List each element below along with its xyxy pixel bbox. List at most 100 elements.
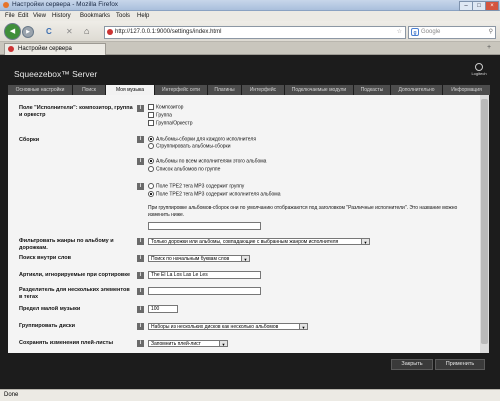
articles-input[interactable]: The El La Los Las Le Les (148, 271, 261, 279)
checkbox-icon (148, 120, 154, 126)
word-search-select[interactable]: Поиск по начальным буквам слов ▼ (148, 255, 250, 262)
menu-edit[interactable]: Edit (18, 13, 28, 19)
menu-file[interactable]: File (5, 13, 15, 19)
search-placeholder: Google (421, 29, 441, 35)
playlist-edits-label: Сохранять изменения плей-листы (19, 340, 114, 346)
close-window-button[interactable]: × (485, 1, 499, 11)
tab-advanced[interactable]: Дополнительно (391, 85, 443, 95)
forward-button[interactable]: ▶ (22, 26, 34, 38)
hint-icon[interactable]: i (137, 105, 144, 112)
tab-connected-modules[interactable]: Подключаемые модули (285, 85, 354, 95)
radio-icon (148, 191, 154, 197)
radio-icon (148, 158, 154, 164)
tab-web-interface[interactable]: Интерфейс сети (155, 85, 208, 95)
checkbox-label: Группа/Оркестр (156, 120, 193, 127)
tab-podcasts[interactable]: Подкасты (354, 85, 391, 95)
radio-label: Сгруппировать альбомы-сборки (156, 143, 231, 150)
compilations-label: Сборки (19, 137, 40, 143)
composer-checkbox[interactable]: Композитор (148, 104, 183, 110)
compilation-radio-per-artist[interactable]: Альбомы-сборки для каждого исполнителя (148, 136, 256, 142)
hint-icon[interactable]: i (137, 288, 144, 295)
close-button[interactable]: Закрыть (391, 359, 433, 370)
hint-icon[interactable]: i (137, 238, 144, 245)
checkbox-label: Композитор (156, 104, 184, 111)
search-icon[interactable]: ⚲ (489, 28, 493, 35)
chevron-down-icon: ▼ (299, 324, 307, 329)
chevron-down-icon: ▼ (241, 256, 249, 261)
group-discs-select[interactable]: Наборы из нескольких дисков как нескольк… (148, 323, 308, 330)
tab-information[interactable]: Информация (443, 85, 491, 95)
hint-icon[interactable]: i (137, 136, 144, 143)
select-value: Поиск по начальным буквам слов (151, 256, 230, 262)
articles-label: Артикли, игнорируемые при сортировке (19, 272, 131, 278)
compilations-note: При группировке альбомов-сборок они по у… (148, 205, 458, 218)
settings-tabs: Основные настройки Поиск Моя музыка Инте… (8, 85, 491, 95)
separators-input[interactable] (148, 287, 261, 295)
compilation-radio-grouped[interactable]: Сгруппировать альбомы-сборки (148, 143, 231, 149)
bookmark-star-icon[interactable]: ☆ (397, 28, 402, 35)
tab-list-icon[interactable]: + (487, 44, 491, 51)
select-value: Наборы из нескольких дисков как нескольк… (151, 324, 279, 330)
tab-my-music[interactable]: Моя музыка (106, 85, 155, 95)
radio-icon (148, 183, 154, 189)
radio-icon (148, 143, 154, 149)
logitech-logo: Logitech (469, 63, 489, 77)
checkbox-label: Группа (156, 112, 172, 119)
menu-tools[interactable]: Tools (116, 13, 130, 19)
menu-history[interactable]: History (52, 13, 71, 19)
tab-plugins[interactable]: Плагины (208, 85, 242, 95)
status-bar: Done (0, 389, 500, 401)
genre-filter-select[interactable]: Только дорожки или альбомы, совпадающие … (148, 238, 370, 245)
orchestra-checkbox[interactable]: Группа/Оркестр (148, 120, 193, 126)
window-title-bar: Настройки сервера - Mozilla Firefox – □ … (0, 0, 500, 11)
radio-icon (148, 166, 154, 172)
separators-label: Разделитель для нескольких элементов в т… (19, 287, 130, 300)
menu-bar: File Edit View History Bookmarks Tools H… (0, 11, 500, 21)
tab-search[interactable]: Поиск (73, 85, 106, 95)
scrollbar-thumb[interactable] (481, 99, 488, 344)
tpe2-radio-band[interactable]: Поле TPE2 тега MP3 содержит группу (148, 183, 244, 189)
menu-view[interactable]: View (33, 13, 46, 19)
tab-basic-settings[interactable]: Основные настройки (8, 85, 73, 95)
band-checkbox[interactable]: Группа (148, 112, 172, 118)
hint-icon[interactable]: i (137, 323, 144, 330)
google-icon: g (411, 28, 419, 36)
hint-icon[interactable]: i (137, 306, 144, 313)
hint-icon[interactable]: i (137, 183, 144, 190)
chevron-down-icon: ▼ (219, 341, 227, 346)
bottom-button-bar: Закрыть Применить (8, 353, 490, 375)
checkbox-icon (148, 112, 154, 118)
album-artists-radio-all[interactable]: Альбомы по всем исполнителям этого альбо… (148, 158, 266, 164)
tab-interface[interactable]: Интерфейс (242, 85, 285, 95)
url-bar[interactable]: http://127.0.0.1:9000/settings/index.htm… (104, 26, 406, 39)
playlist-edits-select[interactable]: Запомнить плей-лист ▼ (148, 340, 228, 347)
back-button[interactable]: ◀ (4, 23, 21, 40)
url-text: http://127.0.0.1:9000/settings/index.htm… (115, 29, 222, 35)
stop-icon[interactable]: ✕ (66, 27, 73, 36)
radio-label: Альбомы-сборки для каждого исполнителя (156, 136, 257, 143)
radio-label: Список альбомов по группе (156, 166, 221, 173)
site-icon (107, 29, 113, 35)
menu-help[interactable]: Help (137, 13, 149, 19)
tpe2-radio-album-artist[interactable]: Поле TPE2 тега MP3 содержит исполнителя … (148, 191, 281, 197)
various-artists-name-input[interactable] (148, 222, 261, 230)
hint-icon[interactable]: i (137, 158, 144, 165)
forward-arrow-icon: ▶ (26, 29, 30, 35)
minimize-button[interactable]: – (459, 1, 473, 11)
home-icon[interactable]: ⌂ (84, 26, 89, 36)
checkbox-icon (148, 104, 154, 110)
hint-icon[interactable]: i (137, 340, 144, 347)
select-value: Запомнить плей-лист (151, 341, 201, 347)
short-music-input[interactable]: 100 (148, 305, 178, 313)
settings-content: Поле "Исполнители": композитор, группа и… (8, 95, 480, 353)
radio-label: Поле TPE2 тега MP3 содержит исполнителя … (156, 191, 281, 198)
browser-tab[interactable]: Настройки сервера (4, 43, 106, 55)
reload-icon[interactable]: C (46, 27, 52, 36)
maximize-button[interactable]: □ (472, 1, 486, 11)
menu-bookmarks[interactable]: Bookmarks (80, 13, 110, 19)
album-artists-radio-band[interactable]: Список альбомов по группе (148, 166, 220, 172)
hint-icon[interactable]: i (137, 255, 144, 262)
apply-button[interactable]: Применить (435, 359, 485, 370)
search-field[interactable]: g Google ⚲ (408, 26, 496, 39)
hint-icon[interactable]: i (137, 272, 144, 279)
